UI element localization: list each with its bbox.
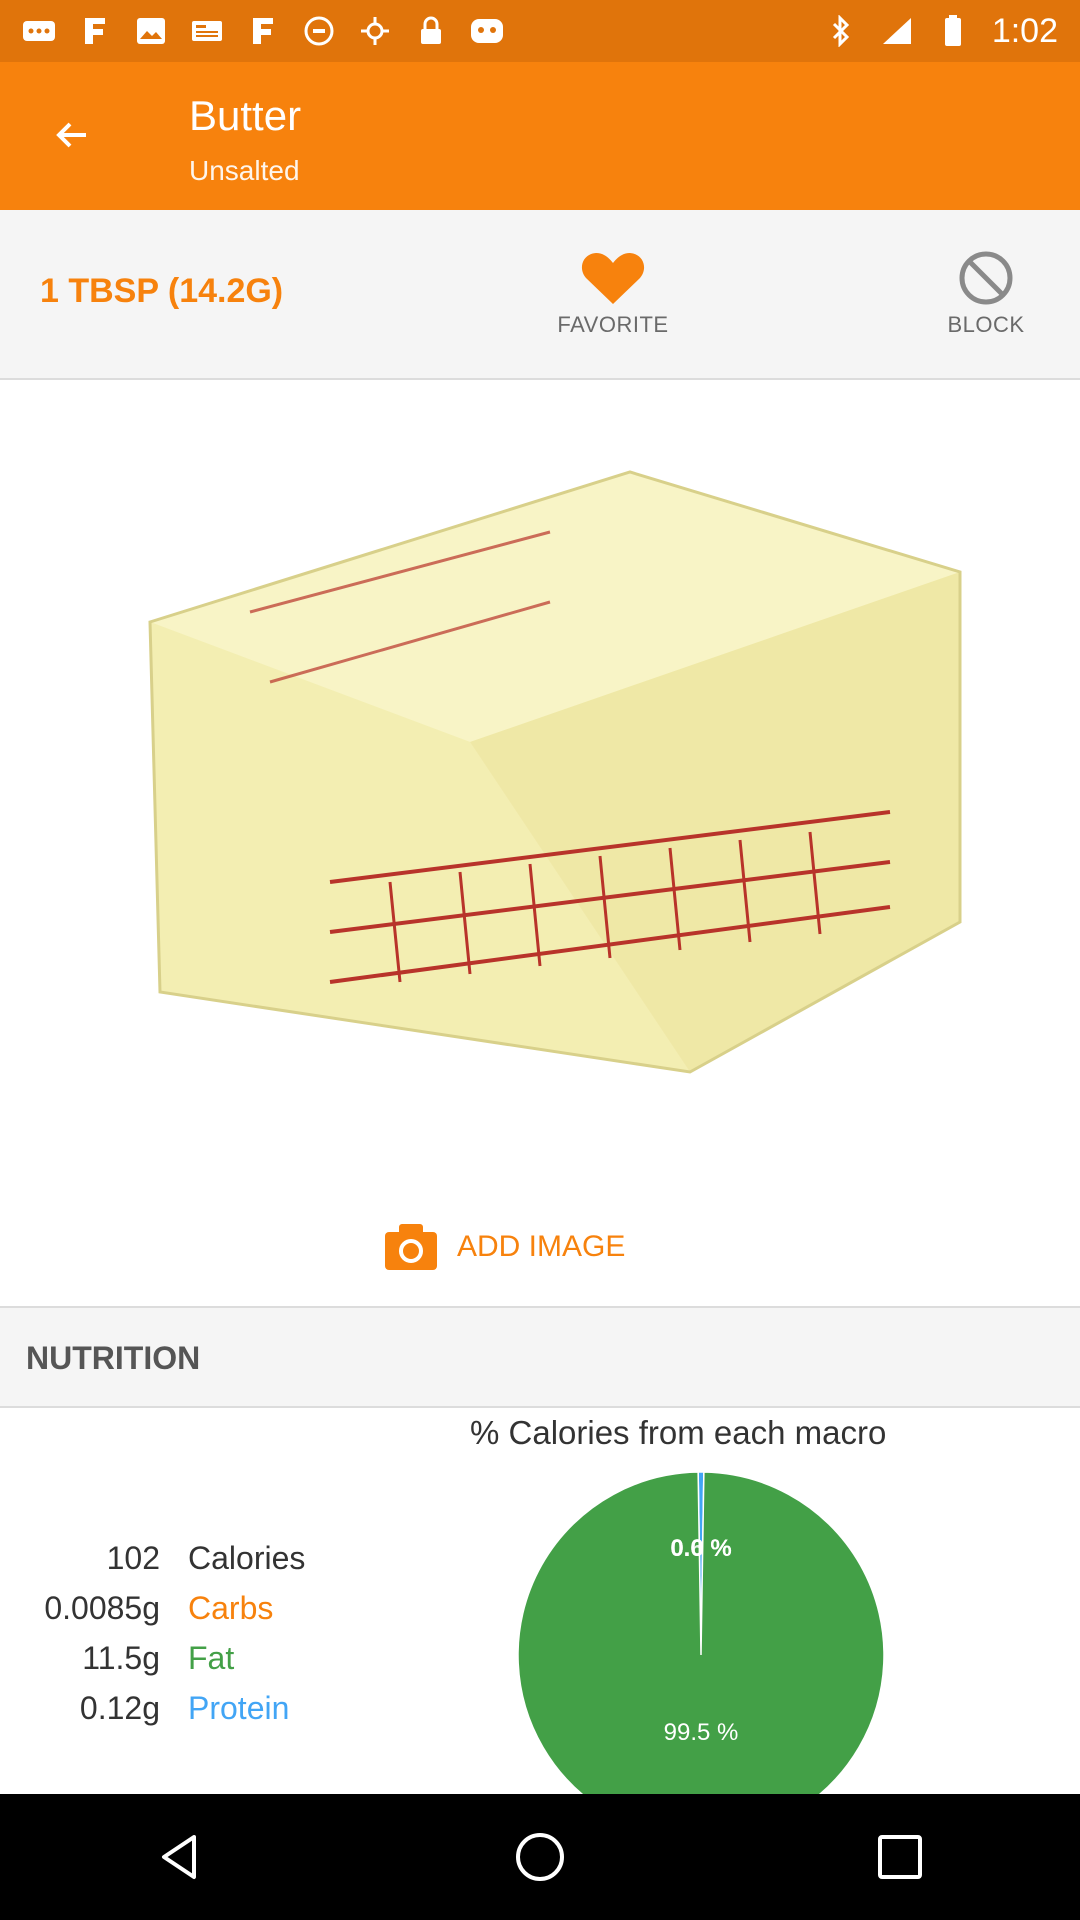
macro-label: Fat	[188, 1640, 235, 1676]
macro-value: 0.12g	[79, 1690, 160, 1726]
favorite-button[interactable]: FAVORITE	[548, 250, 678, 350]
status-bar: 1:02	[0, 0, 1080, 62]
macro-label: Protein	[188, 1690, 290, 1726]
serving-size-selector[interactable]: 1 TBSP (14.2G)	[40, 272, 283, 311]
block-button[interactable]: BLOCK	[926, 250, 1046, 350]
serving-row: 1 TBSP (14.2G) FAVORITE BLOCK	[0, 210, 1080, 380]
nutrition-panel: % Calories from each macro 102 Calories 0.…	[0, 1410, 1080, 1794]
macro-label: Carbs	[188, 1590, 274, 1626]
fandango-icon	[78, 16, 112, 46]
pie-data-label: 0.6 %	[670, 1535, 731, 1562]
nav-home-icon	[516, 1833, 564, 1881]
app-bar: Butter Unsalted	[0, 62, 1080, 210]
back-button[interactable]	[44, 107, 100, 163]
nutrition-section-header: NUTRITION	[0, 1308, 1080, 1408]
lock-icon	[414, 16, 448, 46]
pie-data-label: 99.5 %	[664, 1719, 739, 1746]
clock: 1:02	[991, 11, 1058, 50]
fake-gps-icon	[358, 16, 392, 46]
macro-value: 0.0085g	[44, 1590, 160, 1626]
fandango-icon	[246, 16, 280, 46]
butter-photo	[148, 470, 962, 1074]
camera-icon	[385, 1224, 437, 1270]
macro-row-calories: 102 Calories	[0, 1540, 360, 1590]
more-icon	[22, 16, 56, 46]
macro-value: 11.5g	[82, 1640, 160, 1676]
battery-icon	[936, 15, 970, 46]
arrow-back-icon	[56, 122, 86, 148]
nav-home-button[interactable]	[500, 1817, 580, 1897]
bluetooth-icon	[824, 15, 858, 47]
food-image-area: ADD IMAGE	[0, 382, 1080, 1307]
nav-back-button[interactable]	[140, 1817, 220, 1897]
macro-row-fat: 11.5g Fat	[0, 1640, 360, 1690]
macro-value: 102	[106, 1540, 160, 1576]
macro-label: Calories	[188, 1540, 306, 1576]
news-icon	[190, 16, 224, 46]
photo-icon	[134, 16, 168, 46]
navigation-bar	[0, 1794, 1080, 1920]
circle-icon	[302, 16, 336, 46]
heart-icon	[581, 253, 645, 304]
block-icon	[959, 251, 1013, 305]
nav-back-icon	[162, 1835, 196, 1879]
macro-row-protein: 0.12g Protein	[0, 1690, 360, 1740]
add-image-label: ADD IMAGE	[457, 1230, 626, 1263]
system-icons: 1:02	[824, 12, 1058, 51]
page-subtitle: Unsalted	[189, 155, 300, 186]
nav-recents-icon	[878, 1835, 922, 1879]
nav-recents-button[interactable]	[860, 1817, 940, 1897]
macro-row-carbs: 0.0085g Carbs	[0, 1590, 360, 1640]
chart-title: % Calories from each macro	[470, 1414, 887, 1451]
add-image-button[interactable]: ADD IMAGE	[385, 1222, 625, 1272]
macro-pie-chart: 0.0 %0.6 %99.5 %	[517, 1471, 885, 1794]
signal-icon	[880, 16, 914, 46]
mask-icon	[470, 16, 504, 46]
page-title: Butter	[189, 92, 302, 139]
nutrition-heading: NUTRITION	[26, 1340, 201, 1376]
macro-list: 102 Calories 0.0085g Carbs 11.5g Fat 0.12g Prot…	[0, 1540, 360, 1740]
block-label: BLOCK	[947, 312, 1025, 337]
favorite-label: FAVORITE	[557, 312, 669, 337]
notification-icons	[22, 16, 824, 46]
